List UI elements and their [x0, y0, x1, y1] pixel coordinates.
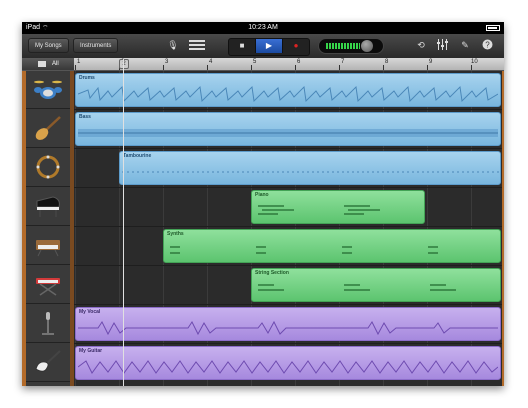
region-string-section[interactable]: String Section [251, 268, 501, 302]
region-synths[interactable]: Synths [163, 229, 501, 263]
toolbar: My Songs Instruments 🎙 ■ ▶ ● ⟲ ✎ ? [22, 34, 504, 59]
timeline-ruler[interactable]: All 1 2 3 4 5 6 7 8 9 10 [22, 58, 504, 71]
bar-number: 9 [429, 59, 433, 65]
region-tambourine[interactable]: Tambourine [119, 151, 501, 185]
mixer-icon[interactable] [436, 39, 450, 52]
waveform [122, 171, 500, 173]
level-meter [318, 38, 384, 54]
grand-piano-icon[interactable] [26, 188, 70, 226]
region-label: Piano [255, 192, 269, 198]
electric-guitar-icon[interactable] [26, 344, 70, 382]
help-icon[interactable]: ? [480, 39, 494, 52]
instrument-column [22, 71, 74, 386]
ruler-tick [251, 65, 252, 70]
region-label: My Vocal [79, 309, 101, 315]
region-label: Synths [167, 231, 184, 237]
waveform [78, 360, 498, 374]
midi-notes [258, 284, 456, 291]
ruler-tick [163, 65, 164, 70]
ipad-screen: iPad ⌔ 10:23 AM My Songs Instruments 🎙 ■… [22, 22, 504, 386]
bar-number: 7 [341, 59, 345, 65]
track-divider [74, 343, 502, 344]
region-label: String Section [255, 270, 289, 276]
bar-number: 8 [385, 59, 389, 65]
region-my-guitar[interactable]: My Guitar [75, 346, 501, 380]
region-bass[interactable]: Bass [75, 112, 501, 146]
region-label: Tambourine [123, 153, 152, 159]
tracks-view-icon[interactable] [188, 39, 206, 52]
bar-number: 1 [77, 59, 81, 65]
loop-icon[interactable]: ⟲ [414, 39, 428, 52]
microphone-stand-icon[interactable] [26, 305, 70, 343]
bar-number: 4 [209, 59, 213, 65]
ruler-tick [383, 65, 384, 70]
tambourine-icon[interactable] [26, 149, 70, 187]
track-divider [74, 265, 502, 266]
ruler-tick [427, 65, 428, 70]
track-area[interactable]: Drums Bass Tambourine Piano Synths Strin… [74, 71, 502, 386]
status-bar: iPad ⌔ 10:23 AM [22, 22, 504, 34]
midi-notes [170, 246, 438, 254]
microphone-icon[interactable]: 🎙 [166, 39, 180, 52]
waveform [78, 129, 498, 137]
level-meter-bars [326, 43, 360, 49]
svg-text:?: ? [485, 41, 490, 50]
track-filter[interactable]: All [22, 58, 74, 70]
instruments-button[interactable]: Instruments [73, 38, 119, 53]
region-my-vocal[interactable]: My Vocal [75, 307, 501, 341]
master-volume-knob[interactable] [361, 40, 373, 52]
bar-number: 5 [253, 59, 257, 65]
region-piano[interactable]: Piano [251, 190, 425, 224]
track-add-icon[interactable] [38, 61, 46, 67]
play-button[interactable]: ▶ [256, 39, 283, 53]
waveform [78, 85, 498, 103]
ruler-tick [207, 65, 208, 70]
region-label: My Guitar [79, 348, 103, 354]
track-divider [74, 226, 502, 227]
clock: 10:23 AM [248, 24, 278, 31]
ruler-tick [295, 65, 296, 70]
ruler-tick [471, 65, 472, 70]
playhead-line[interactable] [123, 59, 124, 386]
waveform [78, 320, 498, 336]
track-divider [74, 187, 502, 188]
track-divider [74, 304, 502, 305]
bass-guitar-icon[interactable] [26, 110, 70, 148]
bar-number: 6 [297, 59, 301, 65]
playhead-handle[interactable]: 2 [119, 59, 129, 69]
region-drums[interactable]: Drums [75, 73, 501, 107]
transport-controls: ■ ▶ ● [228, 38, 310, 56]
midi-notes [258, 205, 380, 215]
record-button[interactable]: ● [283, 39, 309, 53]
ruler-tick [75, 65, 76, 70]
region-label: Bass [79, 114, 91, 120]
bar-number: 10 [471, 59, 478, 65]
my-songs-button[interactable]: My Songs [28, 38, 69, 53]
keyboard-synth-icon[interactable] [26, 227, 70, 265]
keyboard-stand-icon[interactable] [26, 266, 70, 304]
track-divider [74, 109, 502, 110]
bar-number: 3 [165, 59, 169, 65]
drum-kit-icon[interactable] [26, 71, 70, 109]
battery-icon [486, 25, 500, 31]
wood-trim [502, 71, 504, 386]
stop-button[interactable]: ■ [229, 39, 256, 53]
settings-wrench-icon[interactable]: ✎ [458, 39, 472, 52]
ruler-tick [339, 65, 340, 70]
all-label: All [52, 61, 59, 67]
track-divider [74, 148, 502, 149]
region-label: Drums [79, 75, 95, 81]
